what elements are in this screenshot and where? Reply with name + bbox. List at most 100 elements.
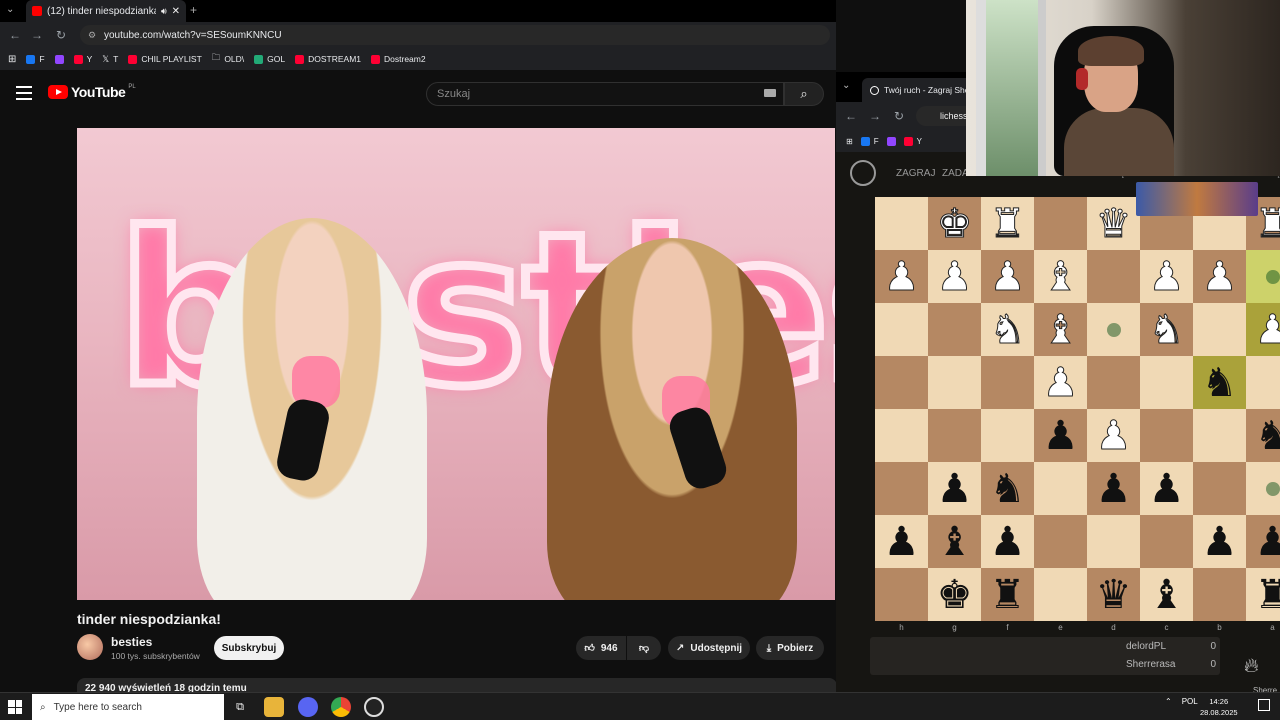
square-c7[interactable] xyxy=(1140,515,1193,568)
square-b6[interactable] xyxy=(1193,462,1246,515)
square-h2[interactable]: ♟ xyxy=(875,250,928,303)
new-tab-button[interactable]: + xyxy=(190,3,197,17)
square-d6[interactable]: ♟ xyxy=(1087,462,1140,515)
move-hint-dot[interactable] xyxy=(1265,481,1280,496)
keyboard-icon[interactable] xyxy=(764,89,776,97)
square-b8[interactable] xyxy=(1193,568,1246,621)
square-d4[interactable] xyxy=(1087,356,1140,409)
black-king-icon[interactable]: ♚ xyxy=(937,575,973,615)
player-name[interactable]: delordPL xyxy=(1126,641,1166,652)
back-icon[interactable]: ← xyxy=(6,26,24,44)
url-field[interactable]: ⚙ youtube.com/watch?v=SESoumKNNCU xyxy=(80,25,830,45)
menu-icon[interactable] xyxy=(16,86,32,100)
event-banner[interactable] xyxy=(1136,182,1258,216)
white-pawn-icon[interactable]: ♟ xyxy=(1095,415,1132,456)
square-h8[interactable] xyxy=(875,568,928,621)
black-bishop-icon[interactable]: ♝ xyxy=(937,522,973,562)
black-knight-icon[interactable]: ♞ xyxy=(1202,363,1238,403)
discord-icon[interactable] xyxy=(298,697,318,717)
square-g3[interactable] xyxy=(928,303,981,356)
taskbar-search-input[interactable]: ⌕ Type here to search xyxy=(32,694,224,720)
square-e4[interactable]: ♟ xyxy=(1034,356,1087,409)
white-pawn-icon[interactable]: ♟ xyxy=(989,256,1026,297)
bookmark-old[interactable]: 🗀 OLD\ xyxy=(212,52,244,66)
black-queen-icon[interactable]: ♛ xyxy=(1096,575,1132,615)
square-d7[interactable] xyxy=(1087,515,1140,568)
square-f5[interactable] xyxy=(981,409,1034,462)
black-pawn-icon[interactable]: ♟ xyxy=(1043,416,1079,456)
like-button[interactable]: 👍︎ 946 xyxy=(576,636,626,660)
reload-icon[interactable]: ↻ xyxy=(52,26,70,44)
language-indicator[interactable]: POL xyxy=(1182,697,1198,706)
back-icon[interactable]: ← xyxy=(842,107,860,125)
black-pawn-icon[interactable]: ♟ xyxy=(1149,469,1185,509)
square-e6[interactable] xyxy=(1034,462,1087,515)
square-c6[interactable]: ♟ xyxy=(1140,462,1193,515)
white-pawn-icon[interactable]: ♟ xyxy=(883,256,920,297)
square-a2[interactable] xyxy=(1246,250,1280,303)
black-pawn-icon[interactable]: ♟ xyxy=(990,522,1026,562)
youtube-logo[interactable]: YouTube PL xyxy=(48,84,136,100)
bookmark-chil-playlist[interactable]: CHIL PLAYLIST xyxy=(128,54,202,64)
chrome-icon[interactable] xyxy=(331,697,351,717)
square-a6[interactable] xyxy=(1246,462,1280,515)
square-f8[interactable]: ♜ xyxy=(981,568,1034,621)
square-a8[interactable]: ♜ xyxy=(1246,568,1280,621)
channel-avatar[interactable] xyxy=(77,634,103,660)
square-g7[interactable]: ♝ xyxy=(928,515,981,568)
square-h5[interactable] xyxy=(875,409,928,462)
apps-grid-icon[interactable]: ⊞ xyxy=(8,54,16,65)
bookmark-gol[interactable]: GOL xyxy=(254,54,285,64)
speaker-icon[interactable]: 🔊︎ xyxy=(161,6,167,17)
square-g8[interactable]: ♚ xyxy=(928,568,981,621)
video-player[interactable]: besties xyxy=(77,128,835,600)
square-b2[interactable]: ♟ xyxy=(1193,250,1246,303)
bookmark-t[interactable]: 𝕏T xyxy=(102,54,118,65)
task-view-icon[interactable]: ⧉ xyxy=(230,697,250,717)
nav-zagraj[interactable]: ZAGRAJ xyxy=(896,168,935,179)
square-b3[interactable] xyxy=(1193,303,1246,356)
bookmark-dostream2[interactable]: Dostream2 xyxy=(371,54,426,64)
chevron-up-icon[interactable]: ⌃ xyxy=(1165,697,1172,706)
black-knight-icon[interactable]: ♞ xyxy=(1255,416,1280,456)
black-knight-icon[interactable]: ♞ xyxy=(990,469,1026,509)
square-a3[interactable]: ♟ xyxy=(1246,303,1280,356)
square-c5[interactable] xyxy=(1140,409,1193,462)
square-c3[interactable]: ♞ xyxy=(1140,303,1193,356)
square-h6[interactable] xyxy=(875,462,928,515)
square-a7[interactable]: ♟ xyxy=(1246,515,1280,568)
file-explorer-icon[interactable] xyxy=(264,697,284,717)
black-rook-icon[interactable]: ♜ xyxy=(990,575,1026,615)
square-h4[interactable] xyxy=(875,356,928,409)
white-pawn-icon[interactable]: ♟ xyxy=(1148,256,1185,297)
close-tab-icon[interactable]: ✕ xyxy=(172,6,180,17)
bookmark-twitch[interactable] xyxy=(886,136,896,146)
chess-board[interactable]: ♚ ♜ ♛ ♜ ♟ ♟ ♟ ♝ ♟ ♟ ♞ ♝ ♞ ♟ ♟ ♞ ♟ ♟ ♞ ♟ ♞ ♟ ♟ ♟ ♝ ♟ ♟ ♟ ♚ ♜ ♛ ♝ ♜ xyxy=(875,197,1280,622)
obs-icon[interactable] xyxy=(364,697,384,717)
square-b4[interactable]: ♞ xyxy=(1193,356,1246,409)
square-h7[interactable]: ♟ xyxy=(875,515,928,568)
square-f6[interactable]: ♞ xyxy=(981,462,1034,515)
square-h1[interactable] xyxy=(875,197,928,250)
square-e2[interactable]: ♝ xyxy=(1034,250,1087,303)
square-c4[interactable] xyxy=(1140,356,1193,409)
tab-search-icon[interactable]: ⌄ xyxy=(842,80,850,91)
square-e1[interactable] xyxy=(1034,197,1087,250)
windows-start-icon[interactable] xyxy=(8,700,22,714)
square-f1[interactable]: ♜ xyxy=(981,197,1034,250)
channel-name[interactable]: besties xyxy=(111,635,152,649)
white-rook-icon[interactable]: ♜ xyxy=(1254,203,1280,244)
bookmark-dostream1[interactable]: DOSTREAM1 xyxy=(295,54,361,64)
dislike-button[interactable]: 👎︎ xyxy=(627,636,661,660)
white-knight-icon[interactable]: ♞ xyxy=(989,309,1026,350)
bookmark-f[interactable]: F xyxy=(860,136,879,146)
square-e5[interactable]: ♟ xyxy=(1034,409,1087,462)
white-rook-icon[interactable]: ♜ xyxy=(989,203,1026,244)
square-g5[interactable] xyxy=(928,409,981,462)
move-hint-dot[interactable] xyxy=(1265,269,1280,284)
white-pawn-icon[interactable]: ♟ xyxy=(936,256,973,297)
square-e3[interactable]: ♝ xyxy=(1034,303,1087,356)
square-d1[interactable]: ♛ xyxy=(1087,197,1140,250)
white-bishop-icon[interactable]: ♝ xyxy=(1042,256,1079,297)
share-button[interactable]: ↗ Udostępnij xyxy=(668,636,750,660)
